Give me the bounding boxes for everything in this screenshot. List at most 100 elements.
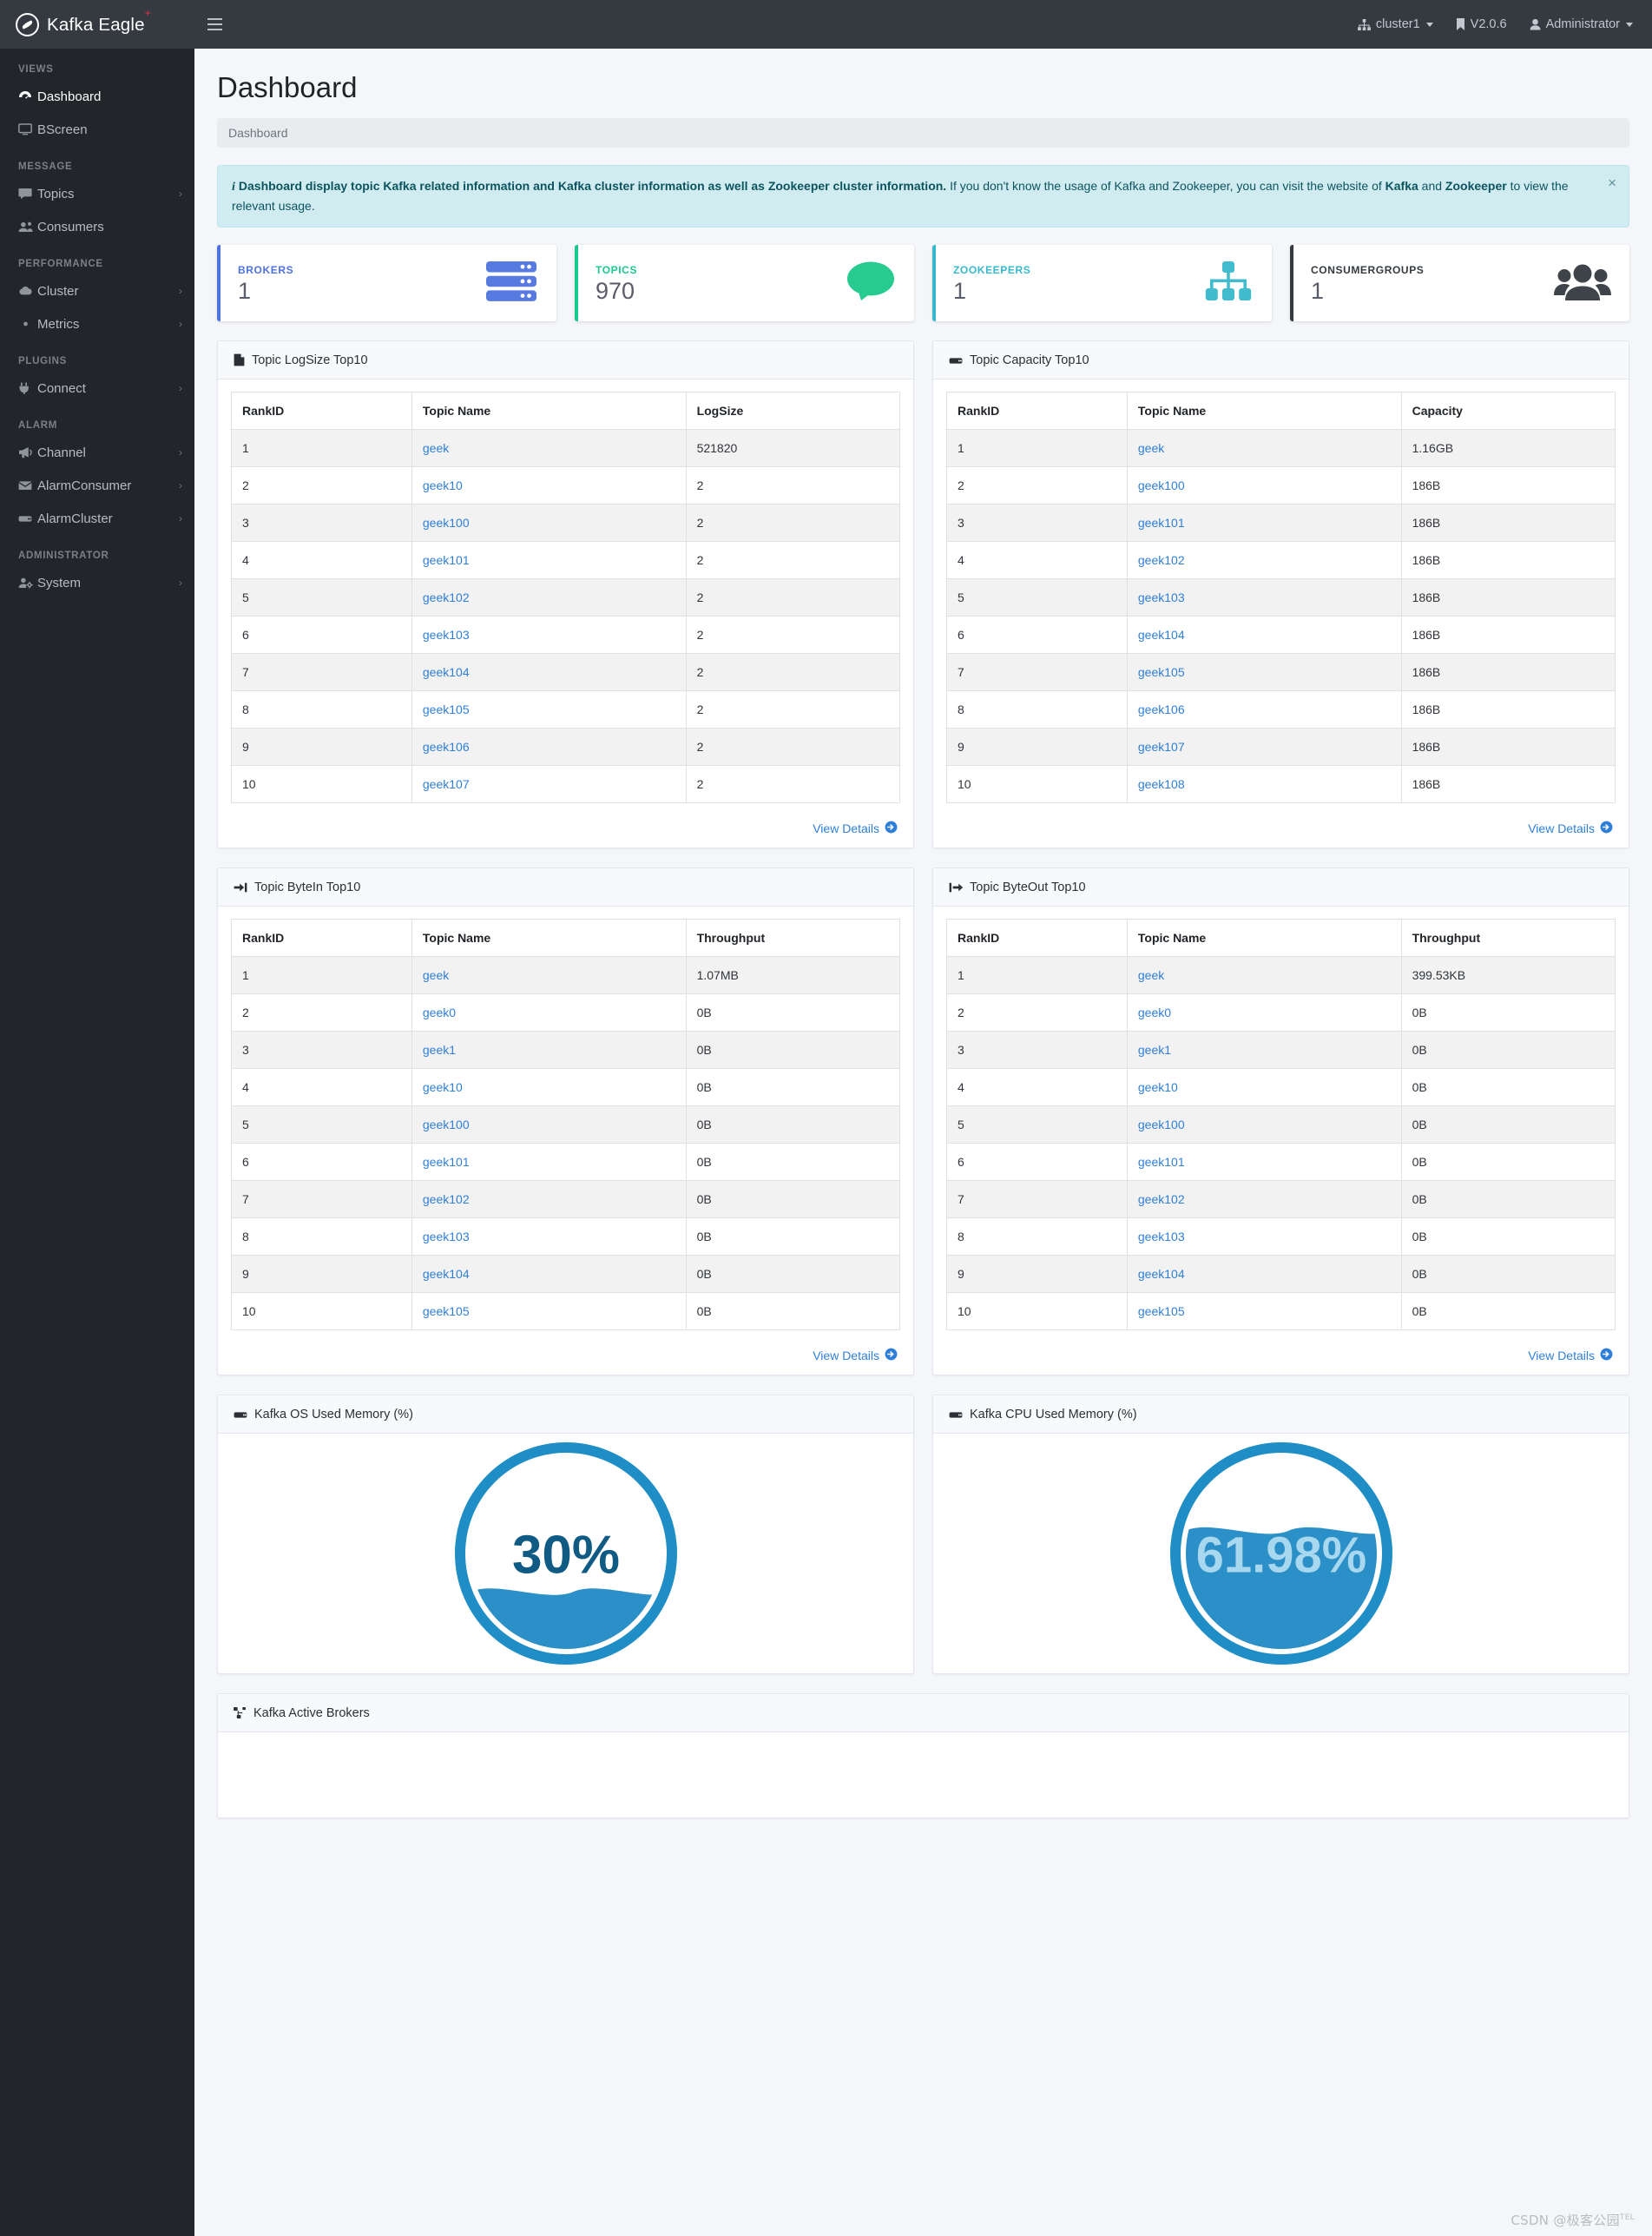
- topic-link[interactable]: geek0: [423, 1006, 456, 1019]
- cell-value: 0B: [1400, 993, 1616, 1032]
- sidebar-toggle-icon[interactable]: [194, 0, 234, 49]
- panel-header: Topic ByteOut Top10: [933, 868, 1629, 907]
- topic-link[interactable]: geek107: [1138, 740, 1185, 754]
- topic-link[interactable]: geek108: [1138, 777, 1185, 791]
- sidebar-item-consumers[interactable]: Consumers: [0, 210, 194, 243]
- cell-rank: 8: [946, 1217, 1128, 1257]
- cell-topic-name: geek105: [1126, 1292, 1402, 1331]
- topic-link[interactable]: geek101: [423, 1155, 470, 1169]
- sidebar-item-metrics[interactable]: Metrics ›: [0, 307, 194, 340]
- table-header-row: RankID Topic Name Throughput: [946, 919, 1616, 958]
- sidebar-item-label: System: [37, 575, 82, 590]
- topic-link[interactable]: geek104: [423, 1267, 470, 1281]
- topic-link[interactable]: geek10: [423, 1080, 463, 1094]
- panel-footer: View Details: [933, 1339, 1629, 1375]
- alert-link-zookeeper[interactable]: Zookeeper: [1445, 179, 1507, 193]
- topic-link[interactable]: geek103: [423, 628, 470, 642]
- info-alert: i Dashboard display topic Kafka related i…: [217, 165, 1629, 228]
- sidebar-item-alarmconsumer[interactable]: AlarmConsumer ›: [0, 469, 194, 502]
- topic-link[interactable]: geek104: [1138, 628, 1185, 642]
- table-row: 1 geek 1.07MB: [231, 956, 901, 995]
- cell-value: 186B: [1400, 541, 1616, 580]
- cluster-selector[interactable]: cluster1: [1357, 17, 1433, 31]
- topic-link[interactable]: geek10: [1138, 1080, 1178, 1094]
- topic-link[interactable]: geek1: [423, 1043, 456, 1057]
- envelope-icon: [18, 479, 37, 491]
- topic-link[interactable]: geek100: [423, 1118, 470, 1131]
- alert-text: and: [1421, 179, 1443, 193]
- cell-value: 0B: [685, 1031, 901, 1070]
- view-details-link[interactable]: View Details: [813, 1348, 898, 1363]
- sidebar-item-system[interactable]: System ›: [0, 566, 194, 599]
- sidebar-item-dashboard[interactable]: Dashboard: [0, 80, 194, 113]
- alert-link-kafka[interactable]: Kafka: [1385, 179, 1418, 193]
- view-details-link[interactable]: View Details: [1528, 821, 1613, 836]
- chevron-right-icon: ›: [179, 318, 182, 330]
- topic-link[interactable]: geek1: [1138, 1043, 1171, 1057]
- topic-link[interactable]: geek102: [423, 1192, 470, 1206]
- topic-link[interactable]: geek10: [423, 478, 463, 492]
- stat-card-text: ZOOKEEPERS 1: [953, 264, 1203, 303]
- cell-value: 1.07MB: [685, 956, 901, 995]
- user-menu[interactable]: Administrator: [1530, 17, 1633, 31]
- sidebar-item-connect[interactable]: Connect ›: [0, 372, 194, 405]
- view-details-link[interactable]: View Details: [1528, 1348, 1613, 1363]
- close-icon[interactable]: ×: [1608, 175, 1616, 190]
- sidebar-item-alarmcluster[interactable]: AlarmCluster ›: [0, 502, 194, 535]
- panel-footer: View Details: [218, 1339, 913, 1375]
- topic-link[interactable]: geek: [1138, 968, 1164, 982]
- topic-link[interactable]: geek105: [423, 1304, 470, 1318]
- topic-link[interactable]: geek105: [1138, 1304, 1185, 1318]
- topic-link[interactable]: geek102: [423, 590, 470, 604]
- stat-card-zookeepers[interactable]: ZOOKEEPERS 1: [932, 245, 1272, 322]
- sidebar-item-bscreen[interactable]: BScreen: [0, 113, 194, 146]
- topic-link[interactable]: geek103: [1138, 1230, 1185, 1243]
- cell-value: 0B: [1400, 1143, 1616, 1182]
- view-details-link[interactable]: View Details: [813, 821, 898, 836]
- topic-link[interactable]: geek104: [423, 665, 470, 679]
- stat-card-value: 1: [1311, 277, 1325, 304]
- topic-link[interactable]: geek106: [1138, 702, 1185, 716]
- topic-link[interactable]: geek: [423, 441, 449, 455]
- topic-link[interactable]: geek102: [1138, 553, 1185, 567]
- user-label: Administrator: [1545, 17, 1620, 31]
- cell-rank: 10: [231, 765, 412, 804]
- topic-link[interactable]: geek100: [1138, 478, 1185, 492]
- panel-title: Topic LogSize Top10: [252, 353, 368, 367]
- panel-body: 30% 30%: [218, 1434, 913, 1673]
- stat-card-topics[interactable]: TOPICS 970: [575, 245, 914, 322]
- topic-link[interactable]: geek106: [423, 740, 470, 754]
- topic-link[interactable]: geek105: [423, 702, 470, 716]
- topic-link[interactable]: geek101: [1138, 516, 1185, 530]
- topic-link[interactable]: geek107: [423, 777, 470, 791]
- topic-link[interactable]: geek103: [1138, 590, 1185, 604]
- breadcrumb-item[interactable]: Dashboard: [228, 126, 288, 140]
- topic-link[interactable]: geek100: [423, 516, 470, 530]
- topic-link[interactable]: geek102: [1138, 1192, 1185, 1206]
- table-row: 1 geek 521820: [231, 429, 901, 468]
- topic-link[interactable]: geek104: [1138, 1267, 1185, 1281]
- stat-card-consumergroups[interactable]: CONSUMERGROUPS 1: [1290, 245, 1629, 322]
- table-row: 5 geek100 0B: [231, 1105, 901, 1144]
- topic-link[interactable]: geek: [423, 968, 449, 982]
- stat-card-label: ZOOKEEPERS: [953, 263, 1031, 276]
- topic-link[interactable]: geek100: [1138, 1118, 1185, 1131]
- sidebar-item-label: Dashboard: [37, 89, 102, 104]
- stat-card-brokers[interactable]: BROKERS 1: [217, 245, 556, 322]
- sidebar-item-topics[interactable]: Topics ›: [0, 177, 194, 210]
- file-icon: [234, 353, 245, 366]
- sidebar-item-cluster[interactable]: Cluster ›: [0, 274, 194, 307]
- version-indicator[interactable]: V2.0.6: [1456, 17, 1507, 31]
- cell-topic-name: geek0: [1126, 993, 1402, 1032]
- topic-link[interactable]: geek105: [1138, 665, 1185, 679]
- topic-link[interactable]: geek101: [1138, 1155, 1185, 1169]
- brand-logo-area[interactable]: Kafka Eagle+: [0, 0, 194, 49]
- user-cog-icon: [18, 577, 37, 589]
- hamburger-bar: [207, 29, 222, 30]
- topic-link[interactable]: geek: [1138, 441, 1164, 455]
- topic-link[interactable]: geek0: [1138, 1006, 1171, 1019]
- cell-rank: 2: [946, 466, 1128, 505]
- topic-link[interactable]: geek103: [423, 1230, 470, 1243]
- topic-link[interactable]: geek101: [423, 553, 470, 567]
- sidebar-item-channel[interactable]: Channel ›: [0, 436, 194, 469]
